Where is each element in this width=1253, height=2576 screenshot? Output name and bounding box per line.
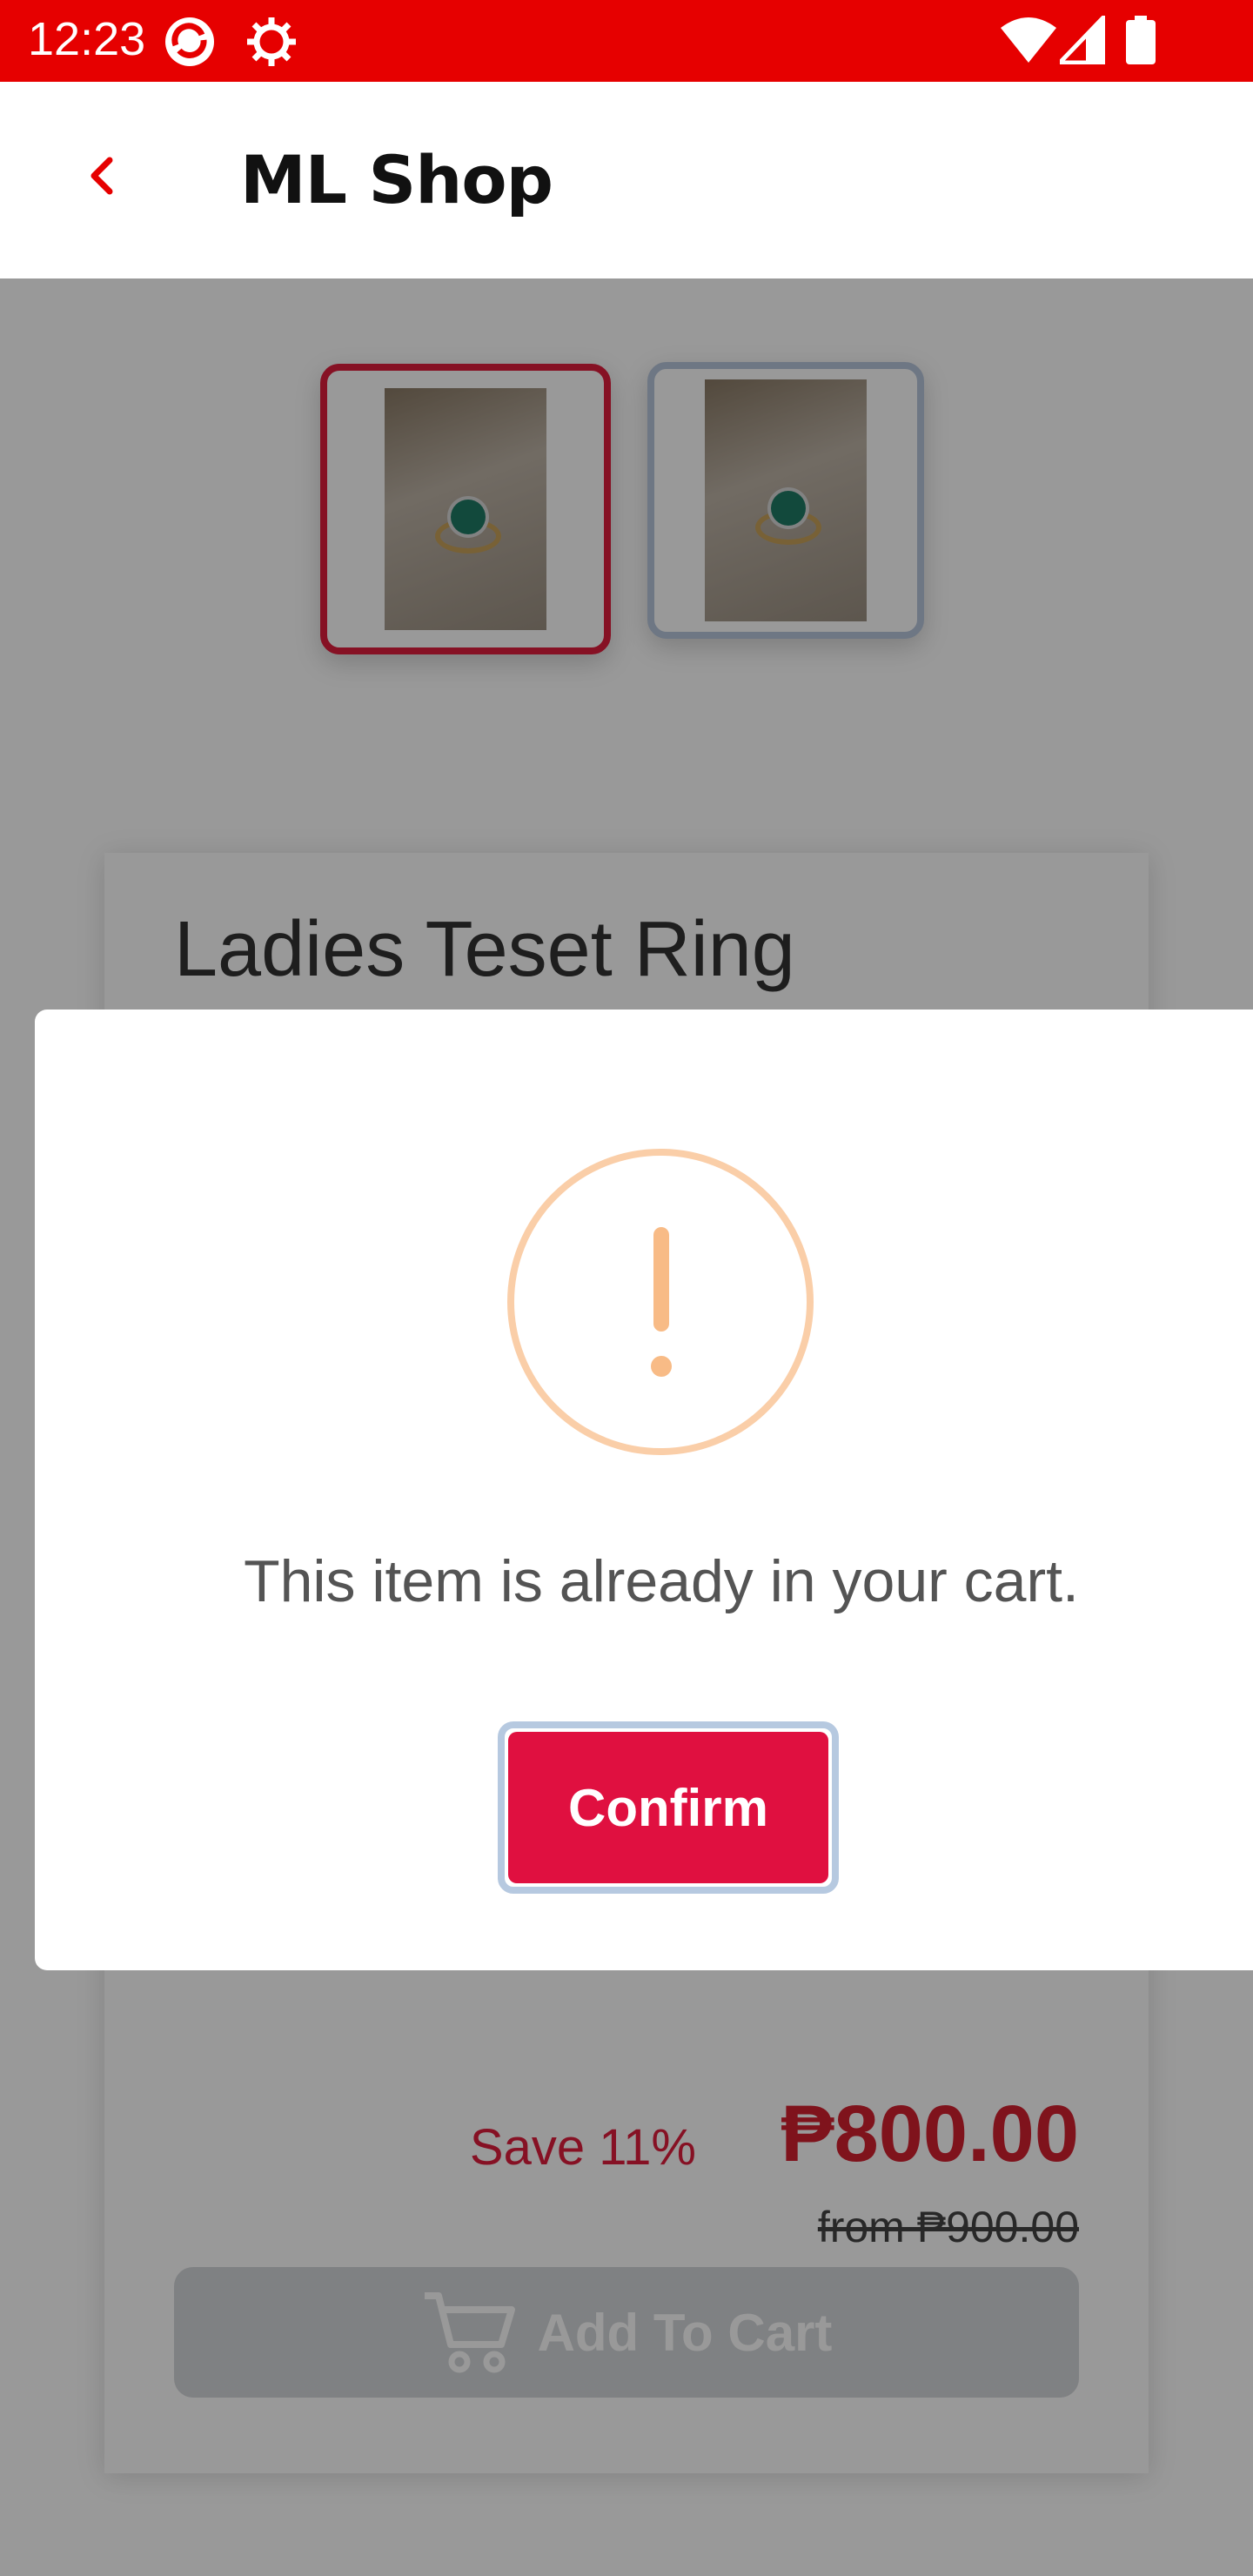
- dialog-message: This item is already in your cart.: [244, 1548, 1079, 1614]
- confirm-label: Confirm: [508, 1732, 828, 1883]
- status-time: 12:23: [28, 13, 146, 65]
- app-bar: ML Shop: [0, 82, 1253, 278]
- sync-app-icon: [165, 17, 214, 66]
- wifi-icon: [1001, 17, 1056, 63]
- confirm-button[interactable]: Confirm: [498, 1721, 839, 1894]
- warning-icon: [507, 1149, 814, 1455]
- cell-signal-icon: [1060, 16, 1105, 64]
- app-title: ML Shop: [240, 141, 553, 218]
- status-bar: 12:23: [0, 0, 1253, 82]
- settings-gear-icon: [247, 17, 296, 66]
- battery-icon: [1126, 16, 1156, 64]
- already-in-cart-dialog: This item is already in your cart. Confi…: [35, 1010, 1253, 1970]
- back-arrow-icon[interactable]: [77, 150, 129, 202]
